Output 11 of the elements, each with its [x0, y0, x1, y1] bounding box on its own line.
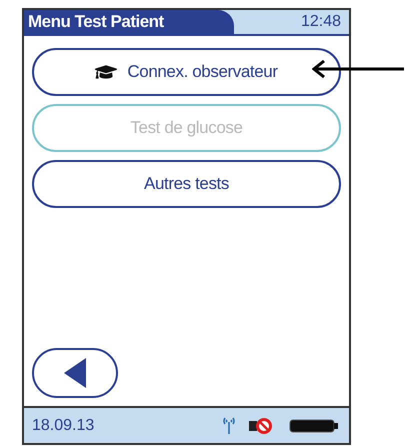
menu-button[interactable]: Connex. observateur [32, 48, 341, 96]
status-date: 18.09.13 [32, 416, 94, 434]
menu-button[interactable]: Autres tests [32, 160, 341, 208]
back-button[interactable] [32, 348, 118, 398]
left-triangle-icon [64, 358, 86, 388]
clock-time: 12:48 [300, 12, 342, 32]
antenna-icon [223, 416, 235, 434]
graduation-cap-icon [95, 63, 118, 81]
screen-title: Menu Test Patient [24, 10, 234, 34]
prohibited-icon [249, 416, 275, 434]
battery-icon [289, 418, 339, 432]
